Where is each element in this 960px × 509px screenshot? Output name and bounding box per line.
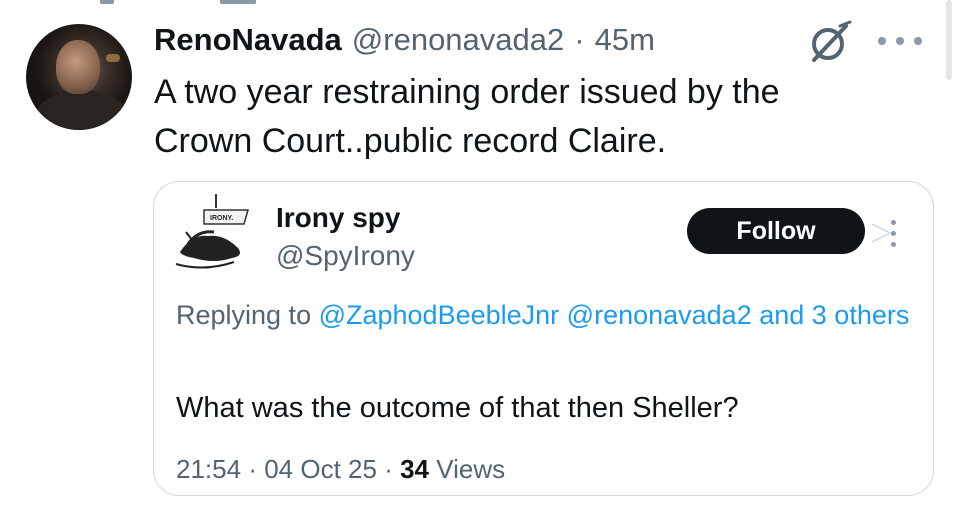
tweet-text-line2: Crown Court..public record Claire. [154,122,667,160]
replying-to-line: Replying to @ZaphodBeebleJnr @renonavada… [176,294,916,336]
previous-tweet-actions [100,0,260,8]
tweet-page: RenoNavada @renonavada2 · 45m A two year… [0,0,960,509]
quote-user-handle[interactable]: @SpyIrony [276,240,415,272]
scrollbar[interactable] [946,0,952,80]
user-handle[interactable]: @renonavada2 [352,22,564,58]
more-icon[interactable] [878,32,934,50]
quote-display-name[interactable]: Irony spy [276,202,400,234]
mention-link[interactable]: @renonavada2 [567,300,752,330]
separator-dot: · [248,454,257,484]
display-name[interactable]: RenoNavada [154,22,342,58]
separator-dot: · [574,22,585,57]
views-label: Views [436,454,506,484]
tweet-header: RenoNavada @renonavada2 · 45m [154,22,655,62]
separator-dot: · [384,454,393,484]
replying-prefix: Replying to [176,300,319,330]
quote-date[interactable]: 04 Oct 25 [264,454,377,484]
grok-icon[interactable] [806,20,854,64]
others-link[interactable]: and 3 others [759,300,909,330]
quoted-tweet-card[interactable]: IRONY. Irony spy @SpyIrony Follow Replyi… [153,181,934,496]
tweet-text: A two year restraining order issued by t… [154,68,914,166]
avatar[interactable] [26,24,132,130]
quote-time[interactable]: 21:54 [176,454,241,484]
mention-link[interactable]: @ZaphodBeebleJnr [319,300,560,330]
quote-avatar[interactable]: IRONY. [174,194,254,278]
svg-text:IRONY.: IRONY. [210,215,233,222]
quote-metadata: 21:54 · 04 Oct 25 · 34 Views [176,454,505,485]
quote-tweet-text: What was the outcome of that then Shelle… [176,392,739,424]
tweet-timestamp[interactable]: 45m [595,22,655,58]
follow-button[interactable]: Follow [687,208,865,254]
quote-more-icon[interactable] [888,220,898,248]
views-count: 34 [400,454,430,484]
tweet-text-line1: A two year restraining order issued by t… [154,73,780,111]
